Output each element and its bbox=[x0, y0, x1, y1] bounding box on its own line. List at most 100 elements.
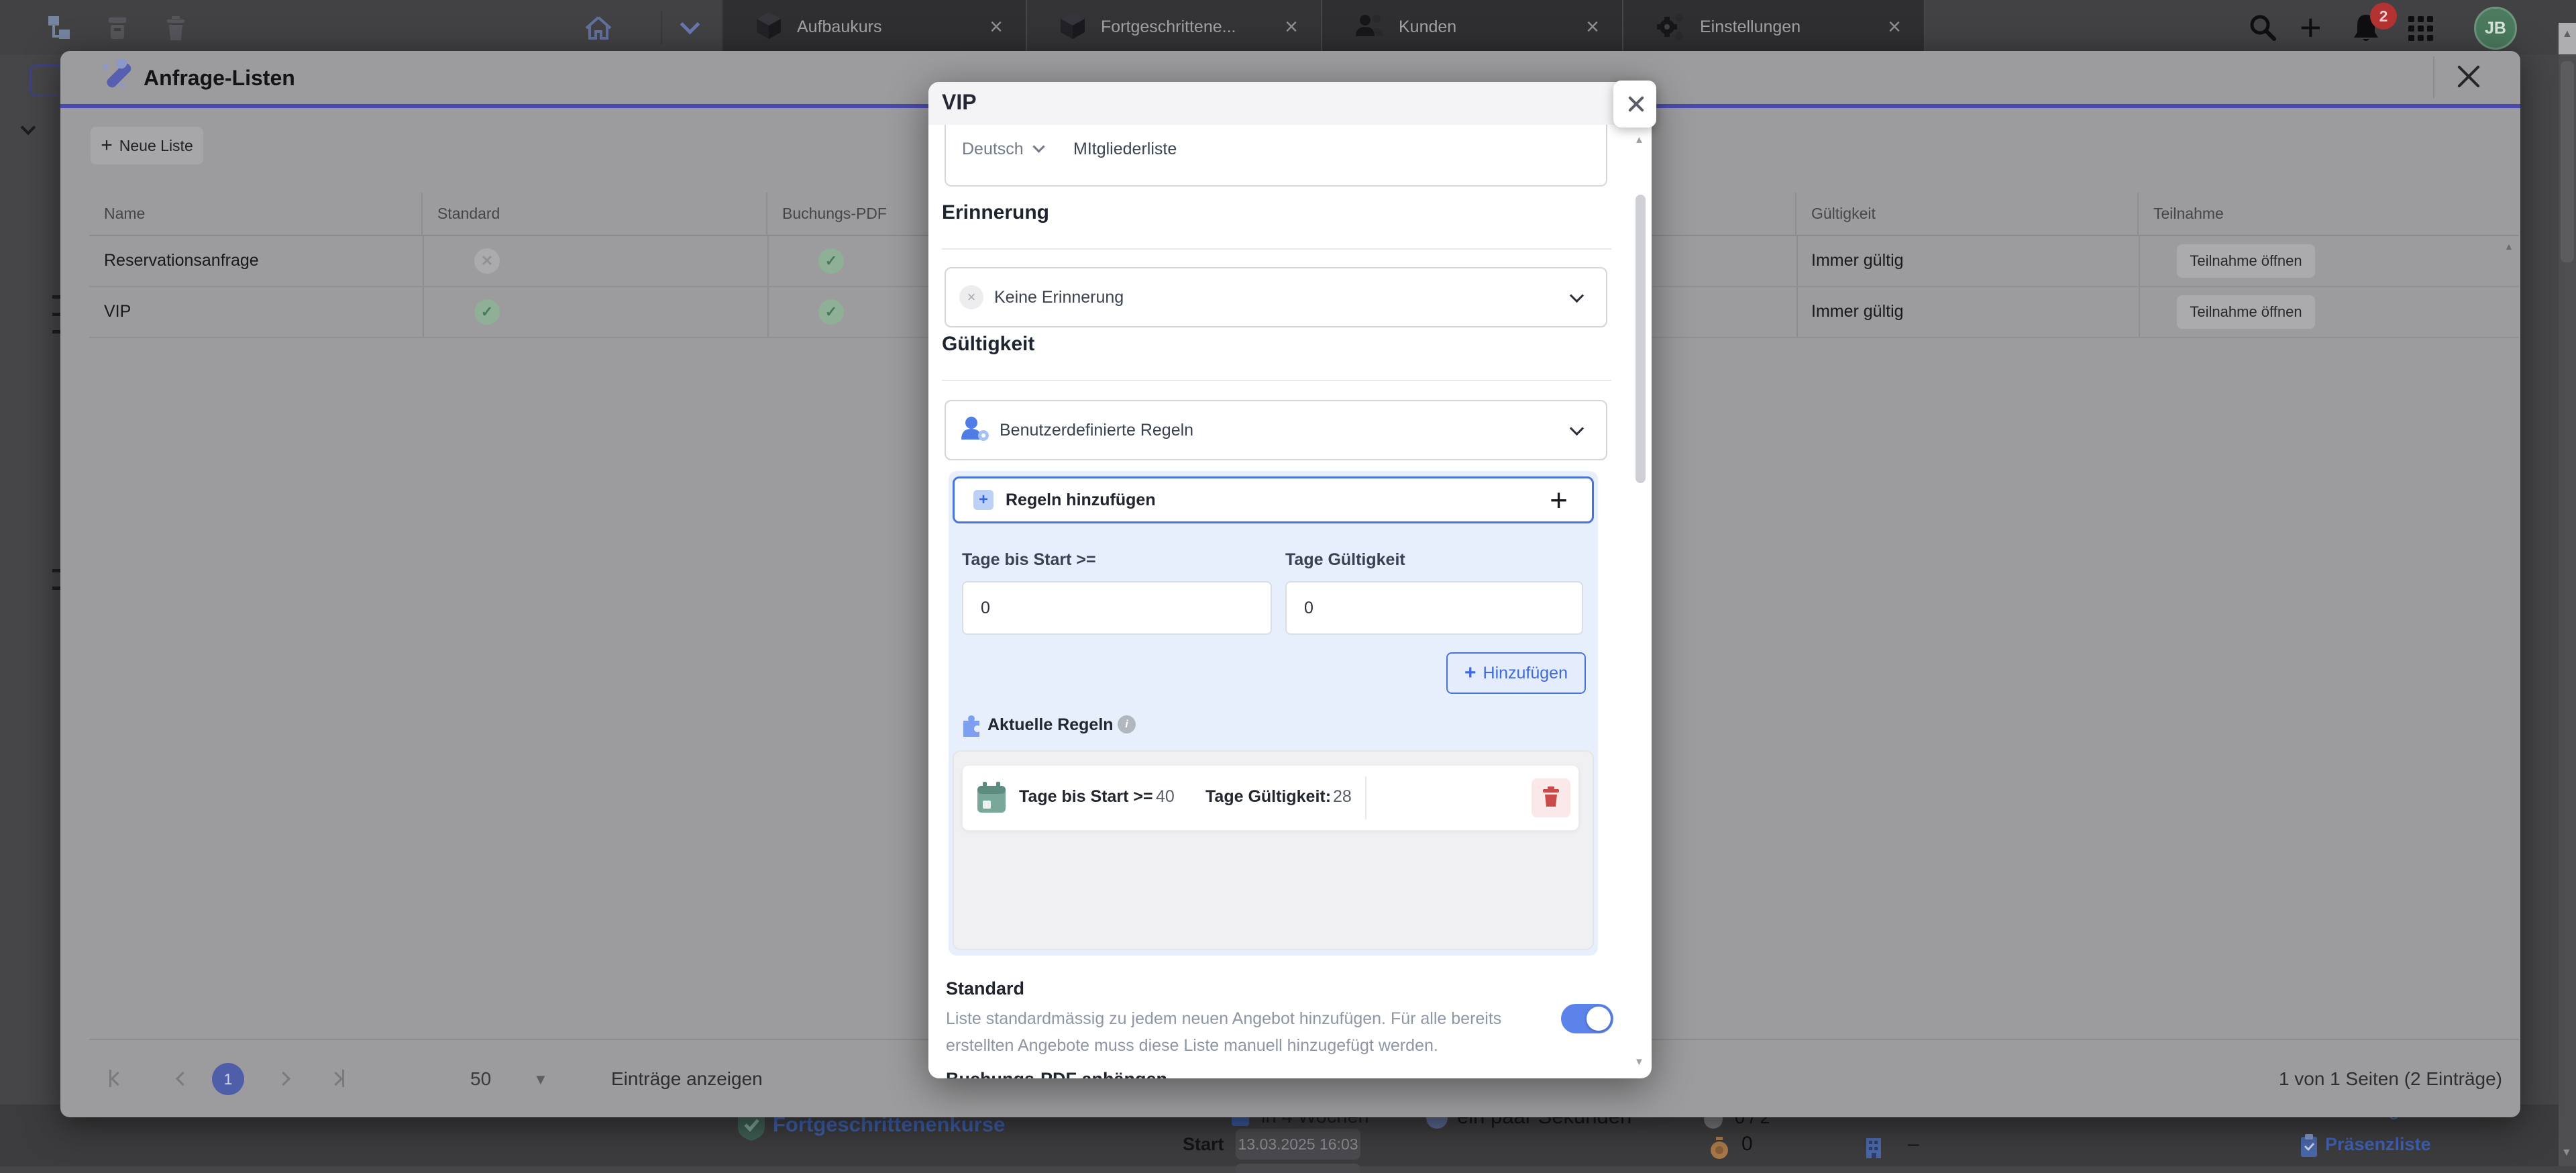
reminder-selected: Keine Erinnerung bbox=[994, 288, 1124, 307]
apps-grid-icon[interactable] bbox=[2408, 16, 2414, 22]
calendar-icon bbox=[976, 782, 1007, 817]
add-rules-header[interactable]: + Regeln hinzufügen + bbox=[953, 476, 1594, 523]
column-header-teilnahme[interactable]: Teilnahme bbox=[2139, 193, 2519, 235]
trash-icon[interactable] bbox=[165, 16, 186, 44]
tab-fortgeschrittene[interactable]: Fortgeschrittene... × bbox=[1027, 0, 1322, 54]
rule-label2: Tage Gültigkeit: bbox=[1205, 787, 1331, 807]
rule-divider bbox=[1365, 776, 1366, 819]
cube-icon bbox=[1059, 11, 1086, 44]
last-page-icon[interactable] bbox=[331, 1070, 344, 1087]
rule-label1: Tage bis Start >= bbox=[1019, 787, 1153, 807]
add-rule-label: Hinzufügen bbox=[1483, 664, 1568, 683]
table-scroll-up-icon[interactable]: ▲ bbox=[2504, 241, 2514, 252]
open-participation-button[interactable]: Teilnahme öffnen bbox=[2177, 244, 2315, 278]
modal-scrollbar-thumb[interactable] bbox=[1635, 195, 1646, 483]
page-size-value[interactable]: 50 bbox=[470, 1068, 491, 1090]
vip-modal-close-button[interactable] bbox=[1613, 81, 1656, 128]
next-page-icon[interactable] bbox=[276, 1072, 290, 1086]
clear-icon: × bbox=[959, 285, 983, 309]
list-name-value[interactable]: MItgliederliste bbox=[1073, 140, 1177, 159]
list-name-field[interactable]: Deutsch MItgliederliste bbox=[945, 125, 1607, 187]
close-icon bbox=[1625, 94, 1645, 114]
archive-icon[interactable] bbox=[106, 16, 129, 44]
open-participation-button[interactable]: Teilnahme öffnen bbox=[2177, 295, 2315, 329]
wand-icon bbox=[98, 59, 134, 99]
previous-page-icon[interactable] bbox=[176, 1072, 190, 1086]
search-icon[interactable] bbox=[2249, 13, 2277, 45]
toolbar-divider bbox=[661, 11, 662, 44]
modal-scroll-up-icon[interactable]: ▲ bbox=[1634, 134, 1644, 146]
current-page-button[interactable]: 1 bbox=[212, 1063, 244, 1095]
standard-toggle[interactable] bbox=[1561, 1004, 1613, 1033]
page-size-dropdown-icon[interactable]: ▼ bbox=[533, 1071, 548, 1088]
new-list-button[interactable]: + Neue Liste bbox=[91, 127, 203, 164]
plus-icon: + bbox=[1464, 662, 1477, 684]
start-label: Start bbox=[1183, 1134, 1224, 1155]
tab-kunden[interactable]: Kunden × bbox=[1322, 0, 1623, 54]
delete-rule-button[interactable] bbox=[1532, 778, 1570, 817]
page-scrollbar-top[interactable]: ▲ bbox=[2559, 23, 2576, 54]
reminder-select[interactable]: × Keine Erinnerung bbox=[945, 267, 1607, 327]
presence-link[interactable]: Präsenzliste bbox=[2325, 1134, 2431, 1155]
days-valid-input[interactable] bbox=[1285, 581, 1583, 635]
sitemap-icon[interactable] bbox=[47, 15, 72, 44]
gear-icon bbox=[1656, 11, 1685, 44]
column-header-standard[interactable]: Standard bbox=[423, 193, 767, 235]
pagination-summary: 1 von 1 Seiten (2 Einträge) bbox=[2279, 1068, 2502, 1090]
column-header-name[interactable]: Name bbox=[89, 193, 423, 235]
section-divider bbox=[942, 248, 1611, 250]
info-icon[interactable]: i bbox=[1118, 715, 1136, 733]
add-rule-icon: + bbox=[973, 490, 994, 510]
row-gueltigkeit: Immer gültig bbox=[1811, 302, 1904, 321]
page-text-fragment bbox=[52, 586, 60, 590]
clipped-section-heading: Buchungs-PDF anhängen bbox=[946, 1069, 1348, 1078]
close-icon[interactable]: × bbox=[989, 14, 1003, 40]
plus-icon: + bbox=[101, 134, 113, 157]
scrollbar-thumb[interactable] bbox=[2561, 61, 2574, 262]
reminder-heading: Erinnerung bbox=[942, 201, 1049, 224]
tab-label: Aufbaukurs bbox=[797, 17, 881, 37]
check-icon: ✓ bbox=[818, 299, 844, 325]
validity-heading: Gültigkeit bbox=[942, 333, 1034, 356]
datetime-badge-partial bbox=[1236, 1164, 1360, 1173]
clipboard-icon bbox=[2300, 1134, 2318, 1160]
tab-einstellungen[interactable]: Einstellungen × bbox=[1623, 0, 1925, 54]
page-scrollbar[interactable]: ▼ bbox=[2559, 54, 2576, 1166]
close-icon[interactable]: × bbox=[1888, 14, 1901, 40]
tab-label: Kunden bbox=[1399, 17, 1456, 37]
notification-badge: 2 bbox=[2370, 3, 2397, 30]
close-icon[interactable]: × bbox=[1586, 14, 1599, 40]
row-name: Reservationsanfrage bbox=[104, 251, 259, 270]
scroll-down-icon[interactable]: ▼ bbox=[2561, 1147, 2572, 1159]
column-header-gueltigkeit[interactable]: Gültigkeit bbox=[1796, 193, 2139, 235]
cell-divider bbox=[421, 287, 424, 337]
add-icon[interactable]: + bbox=[2300, 5, 2322, 49]
close-icon[interactable]: × bbox=[1285, 14, 1298, 40]
new-list-label: Neue Liste bbox=[119, 137, 193, 155]
avatar[interactable]: JB bbox=[2474, 7, 2517, 50]
close-icon[interactable] bbox=[2453, 62, 2482, 91]
modal-title: Anfrage-Listen bbox=[144, 66, 295, 91]
validity-select[interactable]: Benutzerdefinierte Regeln bbox=[945, 400, 1607, 460]
rule-value2: 28 bbox=[1333, 787, 1352, 807]
page-text-fragment bbox=[52, 569, 60, 572]
page-text-fragment bbox=[52, 330, 60, 334]
chevron-down-icon[interactable] bbox=[1570, 288, 1584, 302]
section-divider bbox=[942, 380, 1611, 381]
trash-icon bbox=[1542, 786, 1560, 810]
start-datetime-badge: 13.03.2025 16:03 bbox=[1236, 1129, 1360, 1160]
tab-aufbaukurs[interactable]: Aufbaukurs × bbox=[723, 0, 1027, 54]
chevron-down-icon[interactable] bbox=[1570, 421, 1584, 435]
vip-modal-header: VIP bbox=[928, 82, 1652, 125]
add-rule-button[interactable]: + Hinzufügen bbox=[1446, 652, 1586, 694]
vip-modal: VIP Deutsch MItgliederliste Erinnerung ×… bbox=[928, 82, 1652, 1078]
first-page-icon[interactable] bbox=[109, 1070, 123, 1087]
scroll-up-icon[interactable]: ▲ bbox=[2562, 28, 2573, 40]
chevron-down-icon[interactable] bbox=[1032, 140, 1044, 152]
chevron-down-icon[interactable] bbox=[680, 15, 700, 35]
days-until-start-input[interactable] bbox=[962, 581, 1272, 635]
rules-panel: + Regeln hinzufügen + Tage bis Start >= … bbox=[949, 471, 1598, 956]
language-select[interactable]: Deutsch bbox=[962, 140, 1024, 159]
home-icon[interactable] bbox=[585, 16, 612, 44]
modal-scroll-down-icon[interactable]: ▼ bbox=[1634, 1056, 1644, 1068]
